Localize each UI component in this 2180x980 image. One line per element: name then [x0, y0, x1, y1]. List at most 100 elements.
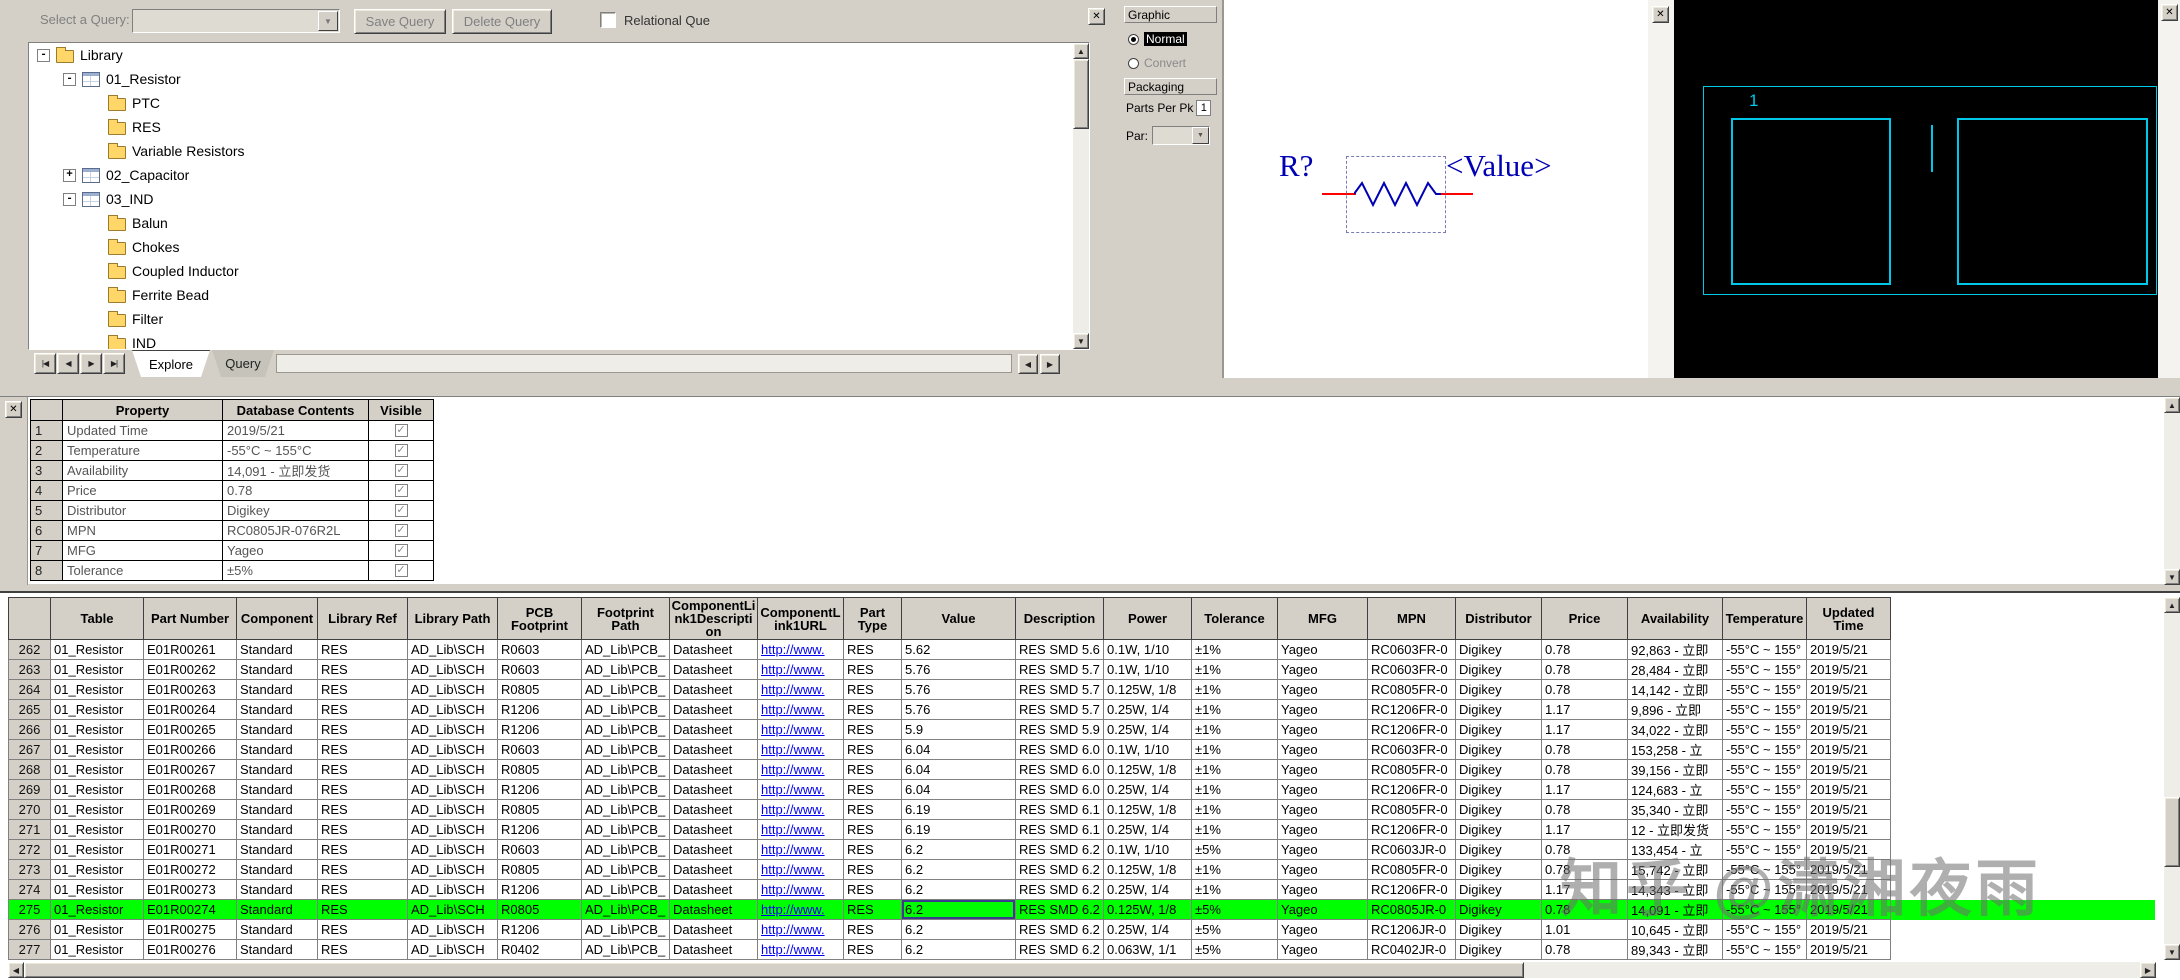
cell[interactable]: Datasheet: [669, 799, 758, 820]
cell[interactable]: -55°C ~ 155°: [1722, 739, 1807, 760]
datasheet-link[interactable]: http://www.: [757, 659, 844, 680]
column-header-componentlink1description[interactable]: ComponentLink1Description: [669, 597, 758, 640]
cell[interactable]: Standard: [236, 659, 318, 680]
scroll-up-icon[interactable]: ▲: [2164, 597, 2180, 613]
cell[interactable]: 1.17: [1541, 719, 1628, 740]
scrollbar-track[interactable]: [2164, 613, 2180, 944]
cell[interactable]: RC0603FR-0: [1367, 639, 1456, 660]
cell[interactable]: 5.76: [901, 679, 1016, 700]
cell[interactable]: Standard: [236, 719, 318, 740]
property-row[interactable]: 7 MFG Yageo ✓: [30, 540, 434, 561]
cell[interactable]: AD_Lib\PCB_: [581, 899, 670, 920]
cell[interactable]: Standard: [236, 919, 318, 940]
cell[interactable]: 0.78: [1541, 639, 1628, 660]
cell[interactable]: Standard: [236, 639, 318, 660]
property-name-cell[interactable]: Tolerance: [62, 560, 223, 581]
tree-item-ferrite-bead[interactable]: Ferrite Bead: [29, 283, 1089, 307]
cell[interactable]: Standard: [236, 679, 318, 700]
cell[interactable]: ±5%: [1191, 919, 1278, 940]
scroll-down-icon[interactable]: ▼: [1073, 333, 1089, 349]
row-number[interactable]: 262: [8, 639, 51, 660]
datasheet-link[interactable]: http://www.: [757, 639, 844, 660]
cell[interactable]: AD_Lib\PCB_: [581, 939, 670, 960]
cell[interactable]: 6.2: [901, 919, 1016, 940]
cell[interactable]: RES SMD 6.2: [1015, 859, 1104, 880]
cell[interactable]: Digikey: [1455, 739, 1542, 760]
tree-item-02-capacitor[interactable]: +02_Capacitor: [29, 163, 1089, 187]
datasheet-link[interactable]: http://www.: [757, 699, 844, 720]
scroll-right-icon[interactable]: ▶: [2140, 962, 2156, 978]
cell[interactable]: 34,022 - 立即: [1627, 719, 1723, 740]
cell[interactable]: AD_Lib\PCB_: [581, 759, 670, 780]
cell[interactable]: Standard: [236, 799, 318, 820]
cell[interactable]: RES SMD 6.2: [1015, 899, 1104, 920]
close-icon[interactable]: ✕: [1652, 6, 1669, 23]
row-number[interactable]: 271: [8, 819, 51, 840]
cell[interactable]: 92,863 - 立即: [1627, 639, 1723, 660]
cell[interactable]: RC0805FR-0: [1367, 759, 1456, 780]
cell[interactable]: RES: [843, 899, 902, 920]
visible-checkbox[interactable]: ✓: [394, 424, 408, 437]
cell[interactable]: RES: [843, 919, 902, 940]
chevron-down-icon[interactable]: ▼: [1192, 127, 1210, 144]
cell[interactable]: AD_Lib\PCB_: [581, 919, 670, 940]
cell[interactable]: RC0805FR-0: [1367, 859, 1456, 880]
property-value-cell[interactable]: Digikey: [222, 500, 369, 521]
cell[interactable]: AD_Lib\SCH: [407, 659, 498, 680]
row-number[interactable]: 277: [8, 939, 51, 960]
cell[interactable]: R0805: [497, 799, 582, 820]
part-selector-dropdown[interactable]: ▼: [1152, 126, 1211, 145]
column-header-availability[interactable]: Availability: [1627, 597, 1723, 640]
cell[interactable]: R0805: [497, 759, 582, 780]
cell[interactable]: Standard: [236, 699, 318, 720]
cell[interactable]: 2019/5/21: [1806, 939, 1891, 960]
convert-radio[interactable]: Convert: [1128, 56, 1186, 70]
cell[interactable]: RES SMD 6.0: [1015, 779, 1104, 800]
cell[interactable]: RC1206FR-0: [1367, 819, 1456, 840]
scrollbar-thumb[interactable]: [1073, 59, 1089, 129]
property-name-cell[interactable]: MFG: [62, 540, 223, 561]
cell[interactable]: ±1%: [1191, 719, 1278, 740]
column-header-library-ref[interactable]: Library Ref: [317, 597, 408, 640]
visible-checkbox[interactable]: ✓: [394, 564, 408, 577]
cell[interactable]: RES: [317, 919, 408, 940]
property-row[interactable]: 5 Distributor Digikey ✓: [30, 500, 434, 521]
table-row[interactable]: 266 01_Resistor E01R00265 Standard RES AD_Lib…: [8, 719, 2156, 740]
cell[interactable]: R0603: [497, 659, 582, 680]
cell[interactable]: RC0603FR-0: [1367, 659, 1456, 680]
cell[interactable]: 0.063W, 1/1: [1103, 939, 1192, 960]
cell[interactable]: R0603: [497, 739, 582, 760]
cell[interactable]: RES: [317, 779, 408, 800]
cell[interactable]: Standard: [236, 759, 318, 780]
cell[interactable]: RES: [843, 819, 902, 840]
visible-checkbox[interactable]: ✓: [394, 544, 408, 557]
tree-item-ind[interactable]: IND: [29, 331, 1089, 349]
property-row[interactable]: 1 Updated Time 2019/5/21 ✓: [30, 420, 434, 441]
cell[interactable]: AD_Lib\PCB_: [581, 859, 670, 880]
row-number[interactable]: 269: [8, 779, 51, 800]
cell[interactable]: R0603: [497, 639, 582, 660]
datasheet-link[interactable]: http://www.: [757, 939, 844, 960]
cell[interactable]: Datasheet: [669, 639, 758, 660]
cell[interactable]: Yageo: [1277, 679, 1368, 700]
property-name-cell[interactable]: Temperature: [62, 440, 223, 461]
property-row[interactable]: 6 MPN RC0805JR-076R2L ✓: [30, 520, 434, 541]
grid-vertical-scrollbar[interactable]: ▲ ▼: [2164, 597, 2180, 960]
cell[interactable]: ±1%: [1191, 879, 1278, 900]
visible-checkbox[interactable]: ✓: [394, 444, 408, 457]
cell[interactable]: 2019/5/21: [1806, 639, 1891, 660]
row-number[interactable]: 272: [8, 839, 51, 860]
cell[interactable]: Standard: [236, 859, 318, 880]
cell[interactable]: RES SMD 6.1: [1015, 799, 1104, 820]
tree-item-balun[interactable]: Balun: [29, 211, 1089, 235]
tab-explore[interactable]: Explore: [132, 350, 210, 377]
column-header-library-path[interactable]: Library Path: [407, 597, 498, 640]
cell[interactable]: Datasheet: [669, 779, 758, 800]
cell[interactable]: ±5%: [1191, 939, 1278, 960]
column-header-tolerance[interactable]: Tolerance: [1191, 597, 1278, 640]
cell[interactable]: -55°C ~ 155°: [1722, 699, 1807, 720]
save-query-button[interactable]: Save Query: [354, 9, 446, 34]
visible-checkbox[interactable]: ✓: [394, 504, 408, 517]
expand-icon[interactable]: +: [63, 168, 76, 182]
radio-checked-icon[interactable]: [1128, 33, 1139, 45]
